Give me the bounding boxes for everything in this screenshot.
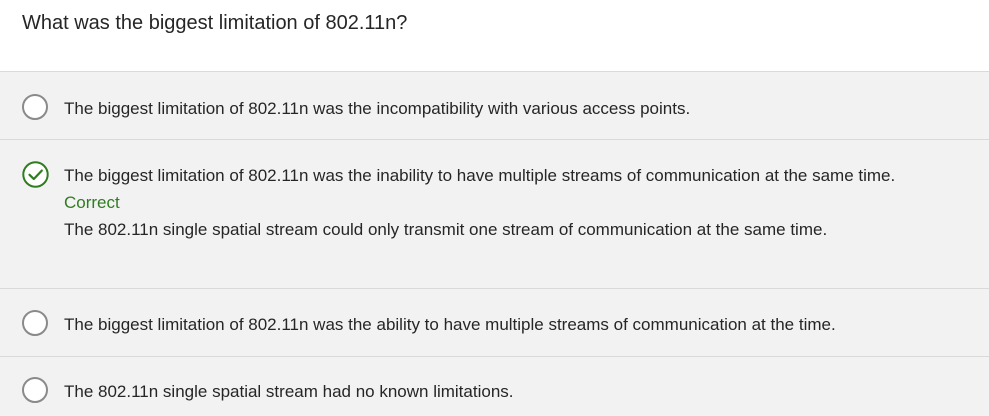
answer-options: The biggest limitation of 802.11n was th… (0, 72, 989, 416)
answer-option-1[interactable]: The biggest limitation of 802.11n was th… (0, 72, 989, 140)
answer-option-2[interactable]: The biggest limitation of 802.11n was th… (0, 140, 989, 289)
radio-unchecked-icon[interactable] (22, 377, 48, 403)
feedback-status: Correct (64, 193, 120, 212)
check-circle-icon (22, 161, 49, 188)
quiz-question-card: What was the biggest limitation of 802.1… (0, 0, 989, 416)
radio-unchecked-icon[interactable] (22, 310, 48, 336)
question-text: What was the biggest limitation of 802.1… (22, 12, 408, 34)
answer-option-4[interactable]: The 802.11n single spatial stream had no… (0, 357, 989, 416)
feedback-explanation: The 802.11n single spatial stream could … (64, 220, 828, 239)
answer-option-3[interactable]: The biggest limitation of 802.11n was th… (0, 289, 989, 357)
answer-option-label: The biggest limitation of 802.11n was th… (64, 315, 836, 334)
radio-unchecked-icon[interactable] (22, 94, 48, 120)
answer-option-label: The biggest limitation of 802.11n was th… (64, 99, 691, 118)
question-header: What was the biggest limitation of 802.1… (0, 0, 989, 72)
answer-option-label: The biggest limitation of 802.11n was th… (64, 166, 896, 185)
answer-option-label: The 802.11n single spatial stream had no… (64, 382, 514, 401)
